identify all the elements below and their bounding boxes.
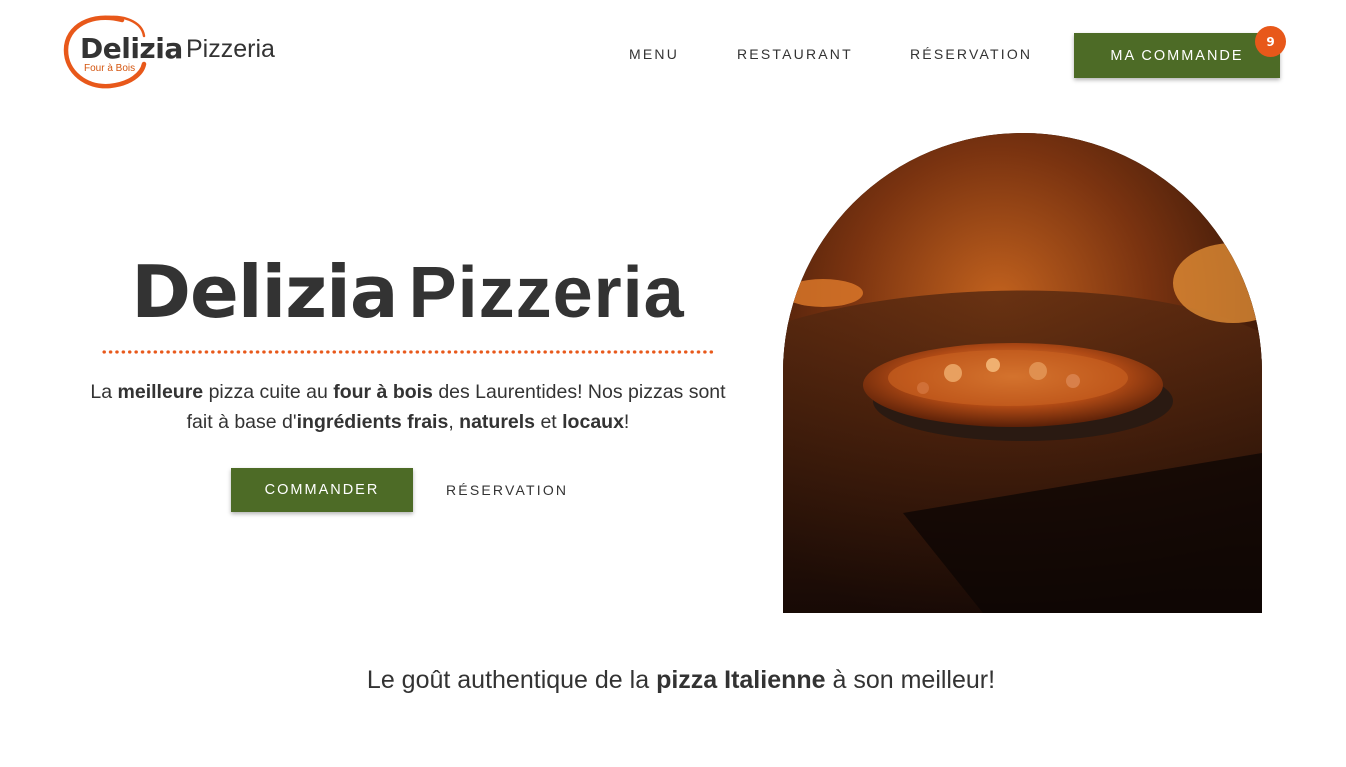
my-order-button[interactable]: MA COMMANDE	[1074, 33, 1280, 78]
hero-title-light: Pizzeria	[408, 253, 685, 333]
order-count-badge: 9	[1255, 26, 1286, 57]
reservation-link[interactable]: RÉSERVATION	[446, 482, 568, 498]
logo-subtitle: Four à Bois	[84, 63, 136, 74]
nav-item-menu[interactable]: MENU	[629, 46, 679, 62]
site-logo[interactable]: Delizia Pizzeria Four à Bois	[62, 12, 292, 92]
hero-description: La meilleure pizza cuite au four à bois …	[90, 381, 726, 433]
logo-name-light: Pizzeria	[186, 35, 275, 63]
tagline: Le goût authentique de la pizza Italienn…	[366, 666, 996, 694]
hero-pizza-oven-image	[783, 133, 1262, 613]
hero-title-bold: Delizia	[131, 250, 398, 334]
hero-title: Delizia Pizzeria	[100, 250, 716, 334]
logo-name-bold: Delizia	[80, 32, 183, 65]
site-header: Delizia Pizzeria Four à Bois MENU RESTAU…	[0, 0, 1346, 100]
nav-item-reservation[interactable]: RÉSERVATION	[910, 46, 1032, 62]
nav-item-restaurant[interactable]: RESTAURANT	[737, 46, 853, 62]
dotted-divider	[101, 350, 715, 354]
order-now-button[interactable]: COMMANDER	[231, 468, 413, 512]
